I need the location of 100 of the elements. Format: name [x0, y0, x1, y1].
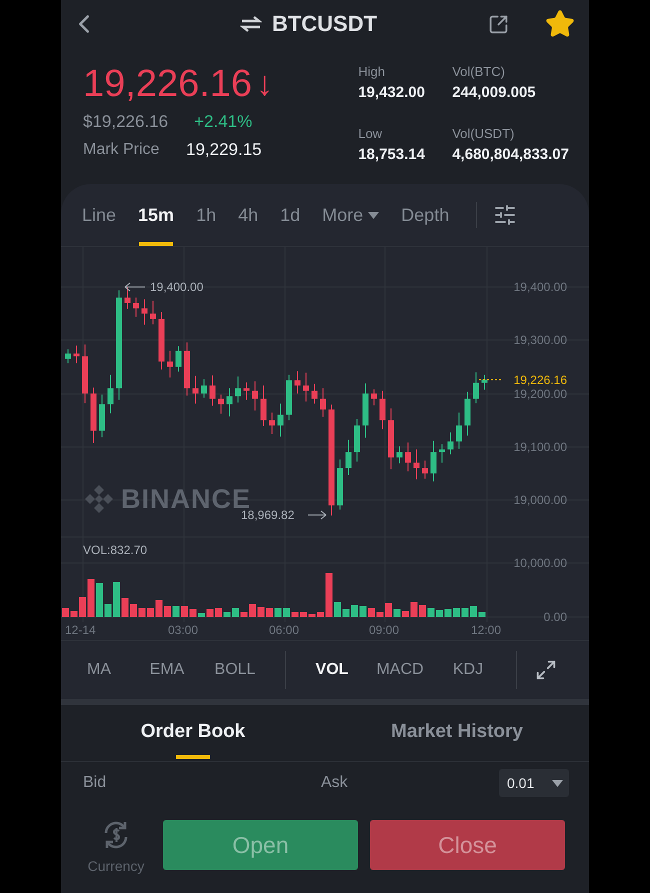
volume-bar: [283, 608, 290, 617]
volume-axis-label: 0.00: [544, 611, 567, 623]
more-dropdown[interactable]: More: [311, 184, 390, 246]
candle: [320, 388, 326, 418]
indicator-tab[interactable]: MACD: [366, 661, 434, 679]
candle: [65, 348, 71, 364]
high-marker-label: 19,400.00: [150, 281, 204, 293]
candle: [278, 403, 284, 438]
caret-icon: [552, 780, 563, 786]
swap-icon: [240, 15, 262, 33]
candle: [82, 344, 88, 404]
interval-tab[interactable]: 1h: [185, 184, 228, 246]
fullscreen-icon[interactable]: [535, 659, 557, 681]
volume-bar: [130, 604, 137, 617]
candle: [192, 375, 198, 404]
order-tab[interactable]: Market History: [325, 705, 589, 761]
star-icon[interactable]: [545, 9, 575, 39]
stat-label: Vol(BTC): [452, 64, 506, 79]
usd-price: $19,226.16: [83, 112, 168, 132]
candle: [439, 444, 445, 464]
candle: [235, 376, 241, 404]
candle: [260, 385, 266, 426]
logo-icon: [83, 483, 115, 515]
time-axis-label: 12:00: [471, 624, 502, 636]
candle: [90, 387, 96, 444]
volume-bar: [258, 607, 264, 617]
candle: [346, 439, 352, 476]
candle: [108, 374, 114, 414]
price-axis-label: 19,100.00: [514, 441, 567, 453]
candle: [380, 390, 386, 430]
volume-bar: [334, 602, 341, 617]
volume-bar: [300, 612, 307, 617]
candle: [142, 298, 148, 326]
price-change: +2.41%: [194, 112, 252, 132]
order-tab[interactable]: Order Book: [61, 705, 325, 761]
indicator-tab[interactable]: MA: [65, 661, 133, 679]
candle: [354, 418, 360, 462]
interval-tab[interactable]: Depth: [390, 184, 460, 246]
volume-bar: [232, 608, 239, 617]
candle: [210, 374, 216, 406]
volume-bar: [70, 611, 78, 617]
interval-tab[interactable]: 1d: [269, 184, 312, 246]
interval-tab[interactable]: 15m: [127, 184, 186, 246]
volume-bar: [274, 608, 282, 617]
price-axis-label: 19,400.00: [514, 281, 567, 293]
volume-bar: [453, 608, 460, 617]
volume-bar: [478, 612, 486, 617]
volume-bar: [224, 612, 230, 617]
candle: [371, 388, 377, 406]
current-price-label: 19,226.16: [514, 374, 567, 386]
candle: [422, 460, 428, 480]
stat-value: 19,432.00: [358, 84, 426, 101]
time-axis-label: 12-14: [65, 624, 96, 636]
share-icon[interactable]: [488, 14, 509, 34]
indicator-tab[interactable]: BOLL: [201, 661, 269, 679]
time-axis-label: 06:00: [269, 624, 300, 636]
stat-value: 244,009.005: [452, 84, 537, 101]
candle: [269, 412, 275, 434]
indicator-tab[interactable]: KDJ: [434, 661, 502, 679]
candle: [303, 372, 309, 402]
current-price-line: [478, 379, 502, 380]
candle: [337, 459, 343, 510]
interval-tab[interactable]: Line: [71, 184, 128, 246]
volume-bar: [104, 604, 112, 617]
currency-button[interactable]: Currency: [81, 820, 151, 874]
interval-tab[interactable]: 4h: [227, 184, 270, 246]
volume-bar: [156, 600, 162, 617]
stat-label: Vol(USDT): [452, 126, 516, 141]
candle: [388, 408, 394, 470]
volume-bar: [308, 614, 316, 617]
volume-bar: [240, 612, 248, 617]
candle: [294, 370, 300, 394]
volume-bar: [181, 606, 188, 617]
volume-bar: [462, 608, 468, 617]
volume-bar: [419, 605, 426, 617]
candle: [252, 380, 258, 412]
mark-price-label: Mark Price: [83, 141, 160, 159]
volume-bar: [172, 606, 180, 617]
bid-heading: Bid: [83, 774, 108, 792]
volume-bar: [88, 579, 94, 617]
indicator-tab[interactable]: EMA: [133, 661, 201, 679]
candle: [133, 297, 139, 318]
volume-bar: [292, 612, 298, 617]
volume-bar: [96, 583, 103, 617]
candle: [464, 391, 470, 436]
volume-bar: [428, 608, 434, 617]
price-axis-label: 19,000.00: [514, 494, 567, 506]
candle: [124, 286, 130, 310]
precision-select[interactable]: 0.01: [499, 769, 569, 797]
volume-bar: [215, 608, 222, 617]
price-arrow: ↓: [256, 64, 274, 104]
candle: [456, 412, 462, 450]
indicator-tab[interactable]: VOL: [298, 661, 366, 679]
stat-label: Low: [358, 126, 384, 141]
candle: [482, 374, 488, 390]
candle: [184, 342, 190, 396]
volume-bar: [249, 604, 256, 617]
low-marker-arrow: [308, 510, 326, 520]
candle: [218, 394, 224, 414]
volume-bar: [351, 605, 358, 617]
